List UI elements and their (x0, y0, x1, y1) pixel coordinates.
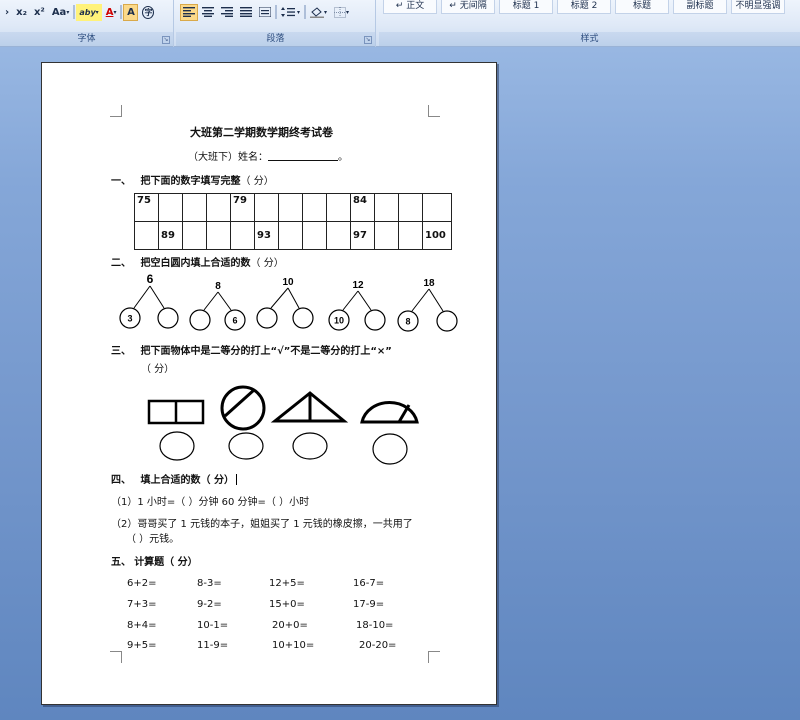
question-5: 五、 计算题（ 分） (111, 553, 198, 568)
align-right-icon (221, 7, 233, 17)
style-heading-2[interactable]: 标题 2 (557, 0, 611, 14)
styles-group-label: 样式 (379, 32, 800, 46)
chevron-down-icon: ▾ (95, 8, 99, 16)
calc-item: 16-7= (353, 578, 385, 589)
font-toolbar: › x₂ x² Aa ▾ aby ▾ A ▾ A 字 (2, 3, 157, 21)
calc-item: 12+5= (269, 578, 305, 589)
calc-item: 17-9= (353, 599, 385, 610)
chevron-down-icon: ▾ (346, 8, 350, 16)
line-spacing-icon (281, 7, 295, 17)
calc-item: 15+0= (269, 599, 305, 610)
q4-line-2: （2）哥哥买了 1 元钱的本子，姐姐买了 1 元钱的橡皮擦，一共用了 (111, 519, 413, 530)
toolbar-separator (120, 5, 123, 19)
highlight-button[interactable]: aby ▾ (76, 3, 102, 21)
line-spacing-button[interactable]: ▾ (278, 4, 303, 21)
change-case-button[interactable]: Aa ▾ (49, 4, 73, 21)
calc-item: 11-9= (197, 640, 229, 651)
align-left-icon (183, 7, 195, 17)
calc-item: 8-3= (197, 578, 222, 589)
calc-item: 6+2= (127, 578, 157, 589)
dialog-launcher-icon[interactable]: ↘ (162, 36, 170, 44)
ribbon: › x₂ x² Aa ▾ aby ▾ A ▾ A 字 字体 ↘ ▾ ▾ ▾ 段落… (0, 0, 800, 47)
margin-corner-mark (110, 651, 122, 663)
calc-item: 20-20= (359, 640, 397, 651)
answer-circle[interactable] (228, 432, 264, 460)
superscript-button[interactable]: x² (31, 4, 48, 21)
paragraph-group-label: 段落 (176, 32, 375, 46)
style-no-spacing[interactable]: ↵ 无间隔 (441, 0, 495, 14)
answer-circle[interactable] (159, 431, 195, 461)
calc-item: 10+10= (272, 640, 315, 651)
answer-circle[interactable] (372, 433, 408, 465)
distribute-button[interactable] (256, 4, 274, 21)
chevron-down-icon: ▾ (297, 8, 301, 16)
calc-item: 9+5= (127, 640, 157, 651)
font-color-label: A (105, 6, 114, 18)
answer-circle[interactable] (292, 432, 328, 460)
margin-corner-mark (428, 651, 440, 663)
align-left-button[interactable] (180, 3, 198, 21)
font-color-button[interactable]: A ▾ (103, 4, 120, 21)
paragraph-toolbar: ▾ ▾ ▾ (180, 3, 352, 21)
calc-item: 10-1= (197, 620, 229, 631)
font-group: › x₂ x² Aa ▾ aby ▾ A ▾ A 字 字体 ↘ (0, 0, 174, 47)
style-title[interactable]: 标题 (615, 0, 669, 14)
q5-number: 五、 (111, 557, 131, 568)
font-group-label: 字体 (0, 32, 173, 46)
enclose-char-label: 字 (142, 5, 155, 19)
circle-unequal-shape (220, 385, 266, 431)
question-4: 四、 填上合适的数（ 分） (111, 471, 238, 486)
q4-number: 四、 (111, 475, 131, 486)
toolbar-separator (275, 5, 277, 19)
document-page[interactable]: 大班第二学期数学期终考试卷 （大班下）姓名：。 一、 把下面的数字填写完整（ 分… (41, 62, 497, 705)
calc-item: 8+4= (127, 620, 157, 631)
q4-text: 填上合适的数（ 分） (140, 475, 235, 486)
style-normal[interactable]: ↵ 正文 (383, 0, 437, 14)
q4-line-3: （ ）元钱。 (126, 534, 180, 545)
dialog-launcher-icon[interactable]: ↘ (364, 36, 372, 44)
chevron-down-icon: ▾ (113, 8, 117, 16)
style-heading-1[interactable]: 标题 1 (499, 0, 553, 14)
calc-item: 20+0= (272, 620, 308, 631)
borders-icon (334, 6, 347, 18)
distribute-icon (259, 7, 271, 17)
rectangle-halves-shape (147, 399, 205, 425)
strikethrough-button[interactable]: › (2, 4, 12, 21)
styles-group: ↵ 正文 ↵ 无间隔 标题 1 标题 2 标题 副标题 不明显强调 样式 (379, 0, 800, 47)
subscript-button[interactable]: x₂ (13, 4, 30, 21)
char-shading-button[interactable]: A (123, 3, 139, 21)
align-center-icon (202, 7, 214, 17)
style-subtitle[interactable]: 副标题 (673, 0, 727, 14)
paint-bucket-icon (310, 6, 325, 18)
justify-button[interactable] (237, 4, 255, 21)
paragraph-group: ▾ ▾ ▾ 段落 ↘ (176, 0, 376, 47)
toolbar-separator (304, 5, 307, 19)
q5-text: 计算题（ 分） (134, 557, 198, 568)
q4-line-1: （1）1 小时=（ ）分钟 60 分钟=（ ）小时 (111, 497, 310, 508)
calc-item: 7+3= (127, 599, 157, 610)
style-subtle-emphasis[interactable]: 不明显强调 (731, 0, 785, 14)
text-cursor (236, 474, 238, 485)
align-center-button[interactable] (199, 4, 217, 21)
calc-item: 18-10= (356, 620, 394, 631)
shading-button[interactable]: ▾ (307, 4, 330, 21)
borders-button[interactable]: ▾ (331, 4, 352, 21)
toolbar-separator (73, 5, 76, 19)
change-case-label: Aa (51, 6, 67, 18)
highlight-label: aby (79, 7, 96, 17)
chevron-down-icon: ▾ (66, 8, 70, 16)
triangle-halves-shape (270, 391, 349, 423)
enclose-char-button[interactable]: 字 (139, 4, 157, 21)
style-gallery: ↵ 正文 ↵ 无间隔 标题 1 标题 2 标题 副标题 不明显强调 (383, 0, 785, 14)
shapes-figure (147, 385, 419, 465)
calc-item: 9-2= (197, 599, 222, 610)
semicircle-unequal-shape (360, 401, 419, 424)
justify-icon (240, 7, 252, 17)
chevron-down-icon: ▾ (324, 8, 328, 16)
align-right-button[interactable] (218, 4, 236, 21)
